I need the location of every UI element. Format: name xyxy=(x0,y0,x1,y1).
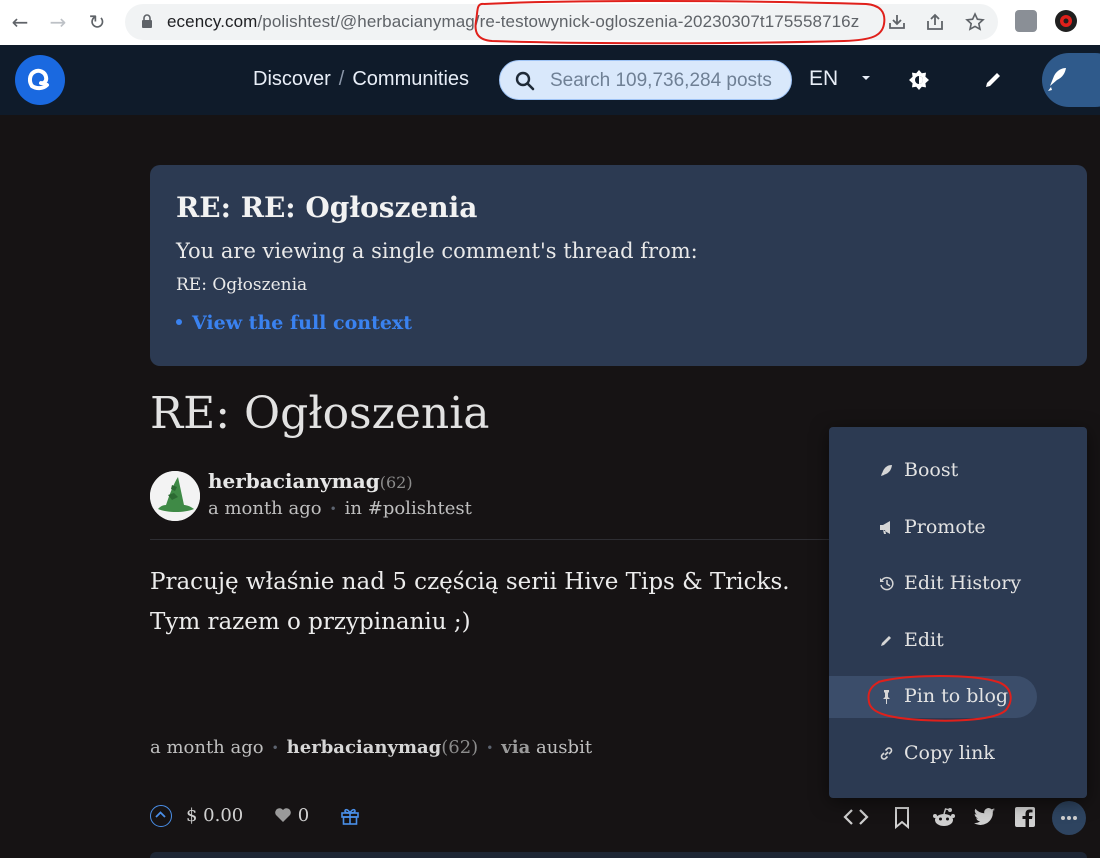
chevron-up-icon xyxy=(155,811,166,818)
twitter-icon[interactable] xyxy=(972,804,998,830)
breadcrumb-discover[interactable]: Discover xyxy=(253,68,331,90)
app-name: ausbit xyxy=(535,737,593,758)
url-text[interactable]: ecency.com/polishtest/@herbacianymag/re-… xyxy=(167,12,859,32)
language-selector[interactable]: EN xyxy=(809,67,838,91)
search-input[interactable] xyxy=(550,69,780,93)
menu-item-label: Copy link xyxy=(904,742,995,764)
ellipsis-icon xyxy=(1061,816,1077,820)
thread-title: RE: RE: Ogłoszenia xyxy=(176,191,478,224)
theme-toggle-icon[interactable] xyxy=(908,69,930,91)
facebook-icon[interactable] xyxy=(1012,804,1038,830)
likes[interactable]: 0 xyxy=(274,805,309,826)
community-link[interactable]: in #polishtest xyxy=(345,498,472,519)
app-header: Discover / Communities EN xyxy=(0,45,1100,115)
thread-context-box: RE: RE: Ogłoszenia You are viewing a sin… xyxy=(150,165,1087,366)
post-author[interactable]: herbacianymag(62) xyxy=(208,469,413,493)
heart-icon xyxy=(275,808,291,822)
view-full-context-link[interactable]: View the full context xyxy=(176,312,412,334)
url-path: /polishtest/@herbacianymag/re-testowynic… xyxy=(257,12,860,31)
search-box[interactable] xyxy=(499,60,792,100)
menu-item-edit-history[interactable]: Edit History xyxy=(829,563,1037,605)
menu-item-boost[interactable]: Boost xyxy=(829,450,1037,492)
thread-parent-title: RE: Ogłoszenia xyxy=(176,275,308,295)
reddit-icon[interactable] xyxy=(931,804,957,830)
post-body: Pracuję właśnie nad 5 częścią serii Hive… xyxy=(150,569,790,635)
share-page-icon[interactable] xyxy=(925,12,945,32)
menu-item-edit[interactable]: Edit xyxy=(829,620,1037,662)
divider xyxy=(150,539,840,540)
menu-item-label: Pin to blog xyxy=(904,685,1009,707)
next-section-edge xyxy=(150,852,1087,858)
megaphone-icon xyxy=(880,521,890,534)
bookmark-star-icon[interactable] xyxy=(965,12,985,32)
ecency-logo[interactable] xyxy=(15,55,65,105)
url-host: ecency.com xyxy=(167,12,258,31)
menu-item-label: Edit History xyxy=(904,572,1022,594)
lock-icon[interactable] xyxy=(141,14,153,29)
footer-author[interactable]: herbacianymag xyxy=(287,737,442,758)
menu-item-label: Promote xyxy=(904,516,986,538)
payout-amount[interactable]: $ 0.00 xyxy=(186,805,243,826)
likes-count: 0 xyxy=(297,805,310,826)
address-bar[interactable]: ecency.com/polishtest/@herbacianymag/re-… xyxy=(125,4,998,40)
breadcrumb: Discover / Communities xyxy=(253,68,469,91)
author-reputation: (62) xyxy=(379,473,413,492)
upvote-button[interactable] xyxy=(150,805,172,827)
extension-icon[interactable] xyxy=(1015,10,1037,32)
history-icon xyxy=(880,576,894,591)
menu-item-copy-link[interactable]: Copy link xyxy=(829,733,1037,775)
post-title: RE: Ogłoszenia xyxy=(150,388,490,439)
view-full-context-label: View the full context xyxy=(192,312,413,334)
breadcrumb-separator: / xyxy=(338,68,345,90)
footer-reputation: (62) xyxy=(441,737,479,758)
reload-icon[interactable]: ↻ xyxy=(85,10,109,34)
breadcrumb-communities[interactable]: Communities xyxy=(352,68,469,90)
boost-button[interactable] xyxy=(1042,53,1100,107)
via-label: via xyxy=(501,737,531,758)
bookmark-icon[interactable] xyxy=(889,804,915,830)
footer-time: a month ago xyxy=(150,737,264,758)
search-icon xyxy=(515,71,535,91)
bullet xyxy=(176,319,182,325)
browser-toolbar: ← → ↻ ecency.com/polishtest/@herbacianym… xyxy=(0,0,1100,45)
chevron-down-icon[interactable] xyxy=(860,72,872,84)
rocket-icon xyxy=(881,465,892,476)
gift-icon[interactable] xyxy=(340,806,360,826)
more-options-button[interactable] xyxy=(1052,801,1086,835)
menu-item-label: Edit xyxy=(904,629,944,651)
forward-icon[interactable]: → xyxy=(46,10,70,34)
pencil-icon xyxy=(881,636,891,646)
post-footer-meta: a month ago • herbacianymag(62) • via ausbit xyxy=(150,737,593,758)
author-name[interactable]: herbacianymag xyxy=(208,469,380,493)
avatar[interactable] xyxy=(150,471,200,521)
menu-item-label: Boost xyxy=(904,459,959,481)
post-options-menu: Boost Promote Edit History Edit Pin to b… xyxy=(829,427,1087,798)
post-meta: a month ago • in #polishtest xyxy=(208,498,472,519)
thread-notice: You are viewing a single comment's threa… xyxy=(176,239,698,263)
embed-code-icon[interactable] xyxy=(843,804,869,830)
install-icon[interactable] xyxy=(887,12,907,32)
link-icon xyxy=(880,747,893,760)
menu-item-promote[interactable]: Promote xyxy=(829,507,1037,549)
pin-icon xyxy=(883,690,890,704)
extension-red-icon[interactable] xyxy=(1055,10,1077,32)
back-icon[interactable]: ← xyxy=(8,10,32,34)
post-time: a month ago xyxy=(208,498,322,519)
rocket-icon xyxy=(1048,68,1066,91)
pencil-icon[interactable] xyxy=(982,69,1004,91)
menu-item-pin-to-blog[interactable]: Pin to blog xyxy=(829,676,1037,718)
